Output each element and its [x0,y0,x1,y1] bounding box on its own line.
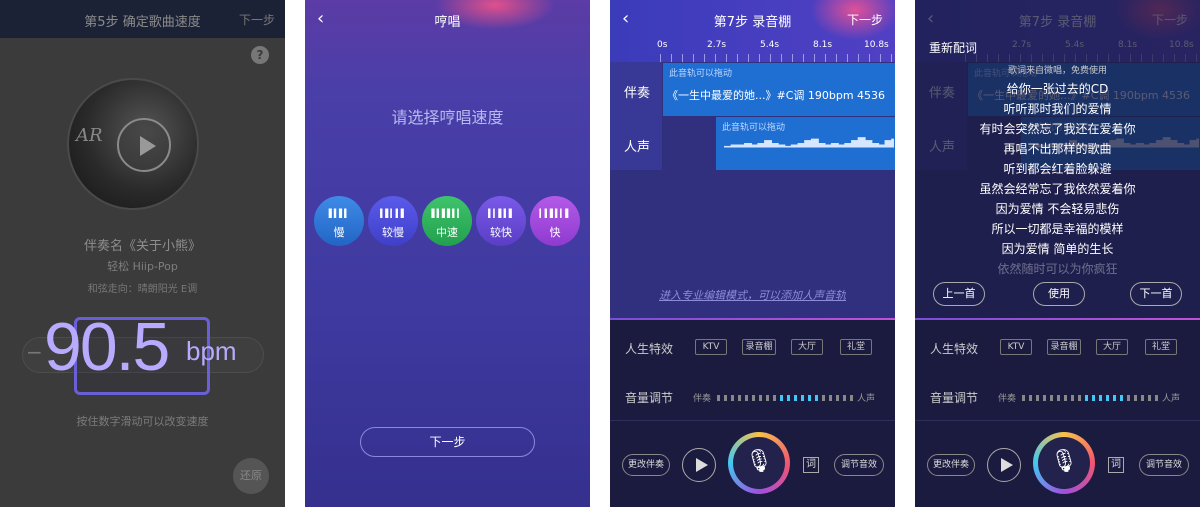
waveform-icon: ▍▎▌▍▌ [488,209,515,218]
accompaniment-track-label: 伴奏 [624,86,651,101]
redo-lyrics-button[interactable]: 重新配词 [929,39,977,56]
speed-option[interactable]: ▍▌▎▍▌ 较慢 [368,196,418,246]
volume-left-label: 伴奏 [693,394,712,404]
speed-prompt: 请选择哼唱速度 [391,108,504,127]
speed-option[interactable]: ▍▎▌▍▌ 较快 [476,196,526,246]
next-song-button[interactable]: 下一首 [1130,282,1182,306]
effects-label: 人生特效 [930,342,979,356]
chord-info: 和弦走向：晴朗阳光 E调 [87,284,198,295]
tick-label: 10.8s [864,40,889,50]
record-button[interactable]: 🎙 [1033,432,1095,494]
lyric-line: 因为爱情 简单的生长 [1001,242,1114,256]
volume-left-label: 伴奏 [998,394,1017,404]
play-icon[interactable] [117,118,171,172]
song-style: 轻松 Hiip-Pop [107,260,178,273]
adjust-effect-button[interactable]: 调节音效 [834,454,884,476]
volume-label: 音量调节 [625,391,674,405]
speed-setup-screen: 第5步 确定歌曲速度 下一步 ? AR 伴奏名《关于小熊》 轻松 Hiip-Po… [0,0,285,507]
effect-ktv[interactable]: KTV [695,339,727,355]
page-title: 哼唱 [434,15,461,30]
tick-label: 8.1s [813,40,833,50]
lyrics-button[interactable]: 词 [803,457,819,473]
tick-label: 2.7s [707,40,727,50]
lyric-line: 虽然会经常忘了我依然爱着你 [979,182,1136,196]
effect-ktv[interactable]: KTV [1000,339,1032,355]
drag-hint: 此音轨可以拖动 [669,69,733,79]
volume-right-label: 人声 [1162,394,1181,404]
lyric-line: 所以一切都是幸福的模样 [991,222,1124,236]
effect-auditorium[interactable]: 礼堂 [840,339,872,355]
volume-label: 音量调节 [930,391,979,405]
accompaniment-info: 《一生中最爱的她...》#C调 190bpm 4536 [667,89,886,102]
speed-label: 中速 [436,226,458,239]
speed-option[interactable]: ▌▍▌▌▍▎ 中速 [422,196,472,246]
accompaniment-clip[interactable]: 此音轨可以拖动 《一生中最爱的她...》#C调 190bpm 4536 [663,63,895,116]
play-button[interactable] [682,448,716,482]
minus-icon[interactable]: − [26,340,43,364]
adjust-effect-button[interactable]: 调节音效 [1139,454,1189,476]
lyrics-button[interactable]: 词 [1108,457,1124,473]
tick-label: 0s [657,40,668,50]
vocal-clip[interactable]: 此音轨可以拖动 ▁▂▂▃▂▃▅▃▂▁▂▃▅▆▃▂▃▂▃▅▇▅▃▂▅▆▃▂▂▃▂▁… [716,117,895,170]
vocal-track-label: 人声 [624,140,651,155]
bpm-hint: 按住数字滑动可以改变速度 [76,415,209,428]
next-step-button[interactable]: 下一步 [360,427,535,457]
volume-right-label: 人声 [857,394,876,404]
previous-button[interactable]: 上一首 [933,282,985,306]
recording-studio-screen: ‹ 第7步 录音棚 下一步 0s 2.7s 5.4s 8.1s 10.8s 伴奏… [610,0,895,507]
humming-speed-screen: ‹ 哼唱 请选择哼唱速度 ▌▍▌▍ 慢 ▍▌▎▍▌ 较慢 ▌▍▌▌▍▎ 中速 ▍▎▌▍▌ 较快… [305,0,590,507]
cover-logo: AR [76,125,103,146]
use-button[interactable]: 使用 [1033,282,1085,306]
volume-slider-active [1085,395,1127,401]
microphone-icon: 🎙 [745,449,773,474]
record-button[interactable]: 🎙 [728,432,790,494]
lyrics-screen: ‹ 第7步 录音棚 下一步 2.7s 5.4s 8.1s 10.8s 伴奏 人声… [915,0,1200,507]
lyric-line: 依然随时可以为你疯狂 [997,262,1118,276]
song-name: 伴奏名《关于小熊》 [83,239,201,254]
pro-edit-link[interactable]: 进入专业编辑模式，可以添加人声音轨 [610,287,895,303]
lyrics-source: 歌词来自微唱，免费使用 [1007,66,1107,76]
tick-label: 5.4s [760,40,780,50]
effect-auditorium[interactable]: 礼堂 [1145,339,1177,355]
reset-button[interactable]: 还原 [233,458,269,494]
speed-label: 快 [549,226,561,239]
speed-label: 较慢 [382,226,404,239]
change-accompaniment-button[interactable]: 更改伴奏 [927,454,975,476]
divider [610,420,895,421]
divider [915,420,1200,421]
effect-studio[interactable]: 录音棚 [1047,339,1081,355]
next-button[interactable]: 下一步 [847,11,883,28]
volume-slider-active [780,395,822,401]
bpm-unit: bpm [186,336,237,366]
change-accompaniment-button[interactable]: 更改伴奏 [622,454,670,476]
waveform-icon: ▍▌▎▍▌ [380,209,407,218]
lyric-line: 因为爱情 不会轻易悲伤 [995,202,1120,216]
drag-hint: 此音轨可以拖动 [722,123,786,133]
microphone-icon: 🎙 [1050,449,1078,474]
lyric-line: 有时会突然忘了我还在爱着你 [979,122,1136,136]
waveform-icon: ▌▍▌▍ [328,209,351,218]
waveform-icon: ▎▍▌▍▎▌ [539,209,572,218]
effect-studio[interactable]: 录音棚 [742,339,776,355]
bpm-value: 90.5 [44,309,170,385]
speed-option[interactable]: ▎▍▌▍▎▌ 快 [530,196,580,246]
lyric-line: 再唱不出那样的歌曲 [1003,142,1112,156]
effects-label: 人生特效 [625,342,674,356]
lyric-line: 给你一张过去的CD [1006,82,1109,96]
waveform: ▁▂▂▃▂▃▅▃▂▁▂▃▅▆▃▂▃▂▃▅▇▅▃▂▅▆▃▂▂▃▂▁▂▃▂▃▅▃▂▁… [724,137,894,148]
timeline-ruler[interactable] [660,54,895,62]
lyric-line: 听到都会红着脸躲避 [1003,162,1112,176]
speed-label: 慢 [333,226,345,239]
next-button[interactable]: 下一步 [239,11,275,28]
speed-label: 较快 [490,226,512,239]
lyric-line: 听听那时我们的爱情 [1003,102,1112,116]
play-button[interactable] [987,448,1021,482]
effect-hall[interactable]: 大厅 [1096,339,1128,355]
effect-hall[interactable]: 大厅 [791,339,823,355]
waveform-icon: ▌▍▌▌▍▎ [431,209,464,218]
help-icon[interactable]: ? [251,46,269,64]
speed-option[interactable]: ▌▍▌▍ 慢 [314,196,364,246]
